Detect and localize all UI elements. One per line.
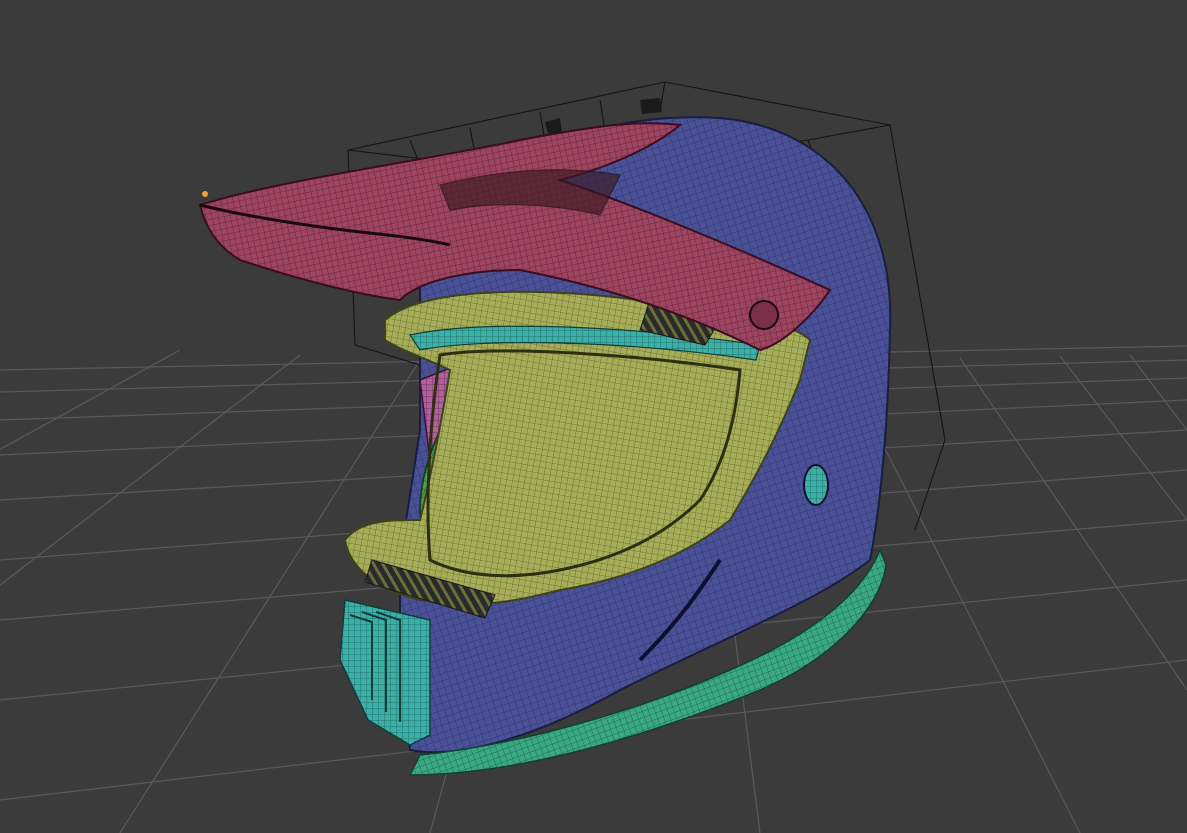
visor-screw[interactable] xyxy=(749,300,779,330)
visor-mount-clip xyxy=(545,118,562,134)
viewport-canvas xyxy=(0,81,1187,833)
3d-viewport[interactable] xyxy=(0,0,1187,833)
visor-mount-clip xyxy=(640,98,662,114)
visor-screw-side[interactable] xyxy=(803,464,829,506)
origin-marker[interactable] xyxy=(202,191,208,197)
